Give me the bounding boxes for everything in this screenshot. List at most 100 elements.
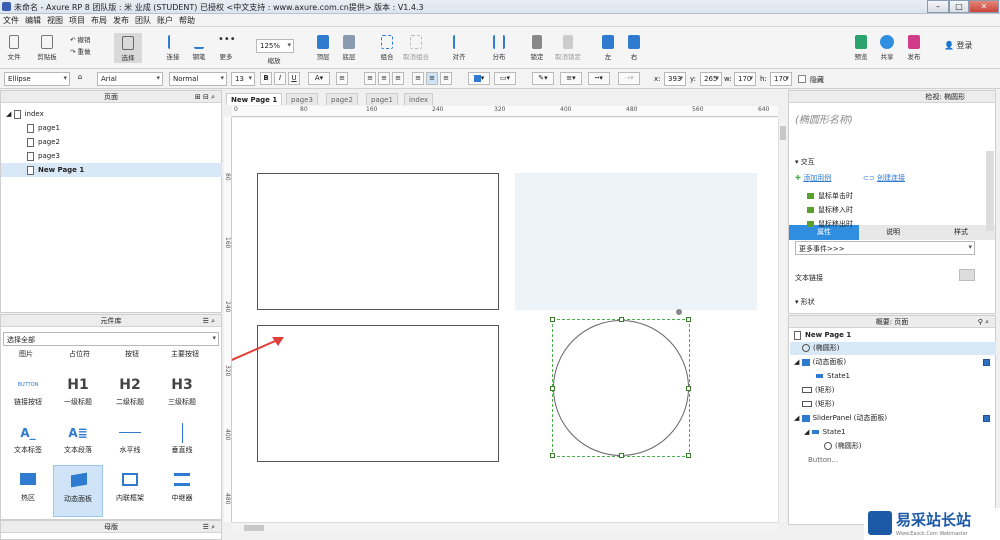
add-page-icon[interactable]: ⊞ ⊟ ⌕: [195, 91, 215, 103]
more-events-select[interactable]: 更多事件>>>: [795, 241, 975, 255]
arrow-style-button[interactable]: ⇢▾: [618, 72, 640, 85]
line-color-button[interactable]: ✎▾: [532, 72, 554, 85]
fill-color-button[interactable]: ▾: [468, 72, 490, 85]
outline-item-state[interactable]: ◢ State1: [790, 426, 996, 439]
canvas-horizontal-scrollbar[interactable]: [232, 522, 778, 532]
lib-h1[interactable]: H1 一级标题: [53, 373, 103, 423]
tree-item-page2[interactable]: page2: [1, 135, 222, 149]
send-to-back-button[interactable]: 底层: [338, 35, 360, 61]
lib-repeater[interactable]: 中继器: [157, 469, 207, 519]
tab-style[interactable]: 样式: [927, 225, 995, 240]
preview-button[interactable]: 预览: [850, 35, 872, 61]
tab-page2[interactable]: page2: [326, 93, 358, 105]
text-link-button[interactable]: [959, 269, 975, 281]
h-field[interactable]: 170: [770, 72, 792, 86]
y-field[interactable]: 265: [700, 72, 722, 86]
align-center-text-button[interactable]: ≡: [378, 72, 390, 85]
tree-item-index[interactable]: ◢ index: [1, 107, 222, 121]
hidden-checkbox[interactable]: [798, 75, 806, 83]
left-button[interactable]: 左: [598, 35, 618, 61]
menu-edit[interactable]: 编辑: [22, 14, 44, 27]
lock-button[interactable]: 锁定: [526, 35, 548, 61]
login-button[interactable]: 👤 登录: [944, 40, 984, 51]
lib-hotspot[interactable]: 热区: [3, 469, 53, 519]
tab-page3[interactable]: page3: [286, 93, 318, 105]
outline-item-slider-panel[interactable]: ◢ SliderPanel (动态面板): [790, 412, 996, 425]
library-menu-icon[interactable]: ☰ ⌕: [203, 315, 215, 327]
tree-item-new-page-1[interactable]: New Page 1: [1, 163, 222, 177]
bullet-list-button[interactable]: ≡: [336, 72, 348, 85]
connect-button[interactable]: 连接: [162, 35, 184, 61]
align-button[interactable]: 对齐: [446, 35, 472, 61]
pen-button[interactable]: 钢笔: [188, 35, 210, 61]
distribute-button[interactable]: 分布: [486, 35, 512, 61]
lib-paragraph[interactable]: A≣ 文本段落: [53, 421, 103, 471]
visibility-toggle[interactable]: [983, 359, 990, 366]
publish-button[interactable]: 发布: [902, 35, 926, 61]
x-field[interactable]: 393: [664, 72, 686, 86]
canvas-vertical-scrollbar[interactable]: [778, 118, 786, 522]
tab-page1[interactable]: page1: [366, 93, 398, 105]
zoom-select[interactable]: 125%: [256, 39, 294, 53]
widget-name-field[interactable]: (椭圆形名称): [795, 111, 853, 126]
scrollbar-thumb[interactable]: [780, 126, 786, 140]
outline-item-ellipse[interactable]: (椭圆形): [790, 440, 996, 453]
maximize-button[interactable]: □: [949, 0, 969, 13]
lib-h2[interactable]: H2 二级标题: [105, 373, 155, 423]
valign-middle-button[interactable]: ≡: [426, 72, 438, 85]
menu-layout[interactable]: 布局: [88, 14, 110, 27]
event-on-mouse-out[interactable]: 鼠标移出时: [807, 219, 853, 229]
share-button[interactable]: 共享: [876, 35, 898, 61]
menu-team[interactable]: 团队: [132, 14, 154, 27]
filter-icon[interactable]: ⚲ ⌕: [978, 316, 989, 328]
menu-account[interactable]: 账户: [154, 14, 176, 27]
font-family-select[interactable]: Arial: [97, 72, 163, 86]
menu-project[interactable]: 项目: [66, 14, 88, 27]
more-button[interactable]: ••• 更多: [214, 35, 238, 62]
event-on-click[interactable]: 鼠标单击时: [807, 191, 853, 201]
library-cat-placeholder[interactable]: 占位符: [69, 349, 90, 359]
outline-item-ellipse[interactable]: (椭圆形): [790, 342, 996, 355]
menu-help[interactable]: 帮助: [176, 14, 198, 27]
outline-item-rectangle[interactable]: (矩形): [790, 398, 996, 411]
valign-bottom-button[interactable]: ≡: [440, 72, 452, 85]
close-button[interactable]: ✕: [969, 0, 999, 13]
valign-top-button[interactable]: ≡: [412, 72, 424, 85]
style-paint-icon[interactable]: ⌂: [74, 72, 86, 85]
lib-text-label[interactable]: A_ 文本标签: [3, 421, 53, 471]
align-left-text-button[interactable]: ≡: [364, 72, 376, 85]
library-filter-select[interactable]: 选择全部: [3, 332, 219, 346]
group-button[interactable]: 组合: [376, 35, 398, 61]
library-cat-primary-button[interactable]: 主要按钮: [171, 349, 199, 359]
font-color-button[interactable]: A▾: [308, 72, 330, 85]
menu-file[interactable]: 文件: [0, 14, 22, 27]
library-cat-image[interactable]: 图片: [19, 349, 33, 359]
lib-dynamic-panel[interactable]: 动态面板: [53, 465, 103, 517]
lib-vertical-line[interactable]: 垂直线: [157, 421, 207, 471]
w-field[interactable]: 170: [734, 72, 756, 86]
event-on-mouse-enter[interactable]: 鼠标移入时: [807, 205, 853, 215]
align-right-text-button[interactable]: ≡: [392, 72, 404, 85]
tab-new-page-1[interactable]: New Page 1: [226, 93, 283, 105]
outline-item-dynamic-panel[interactable]: ◢ (动态面板): [790, 356, 996, 369]
widget-type-select[interactable]: Ellipse: [4, 72, 70, 86]
shadow-button[interactable]: ▭▾: [494, 72, 516, 85]
masters-menu-icon[interactable]: ☰ ⌕: [203, 521, 215, 533]
bring-to-front-button[interactable]: 顶层: [312, 35, 334, 61]
inspector-scrollbar[interactable]: [986, 151, 994, 231]
lib-inline-frame[interactable]: 内联框架: [105, 469, 155, 519]
library-cat-button[interactable]: 按钮: [125, 349, 139, 359]
lib-horizontal-line[interactable]: 水平线: [105, 421, 155, 471]
menu-view[interactable]: 视图: [44, 14, 66, 27]
shape-section[interactable]: ▾ 形状: [795, 297, 815, 307]
tab-notes[interactable]: 说明: [859, 225, 927, 240]
underline-button[interactable]: U: [288, 72, 300, 85]
outline-item-rectangle[interactable]: (矩形): [790, 384, 996, 397]
unlock-button[interactable]: 取消锁定: [552, 35, 584, 61]
lib-h3[interactable]: H3 三级标题: [157, 373, 207, 423]
font-style-select[interactable]: Normal: [169, 72, 227, 86]
tree-item-page1[interactable]: page1: [1, 121, 222, 135]
select-button[interactable]: 选择: [114, 33, 142, 63]
tab-index[interactable]: index: [404, 93, 434, 105]
italic-button[interactable]: I: [274, 72, 286, 85]
